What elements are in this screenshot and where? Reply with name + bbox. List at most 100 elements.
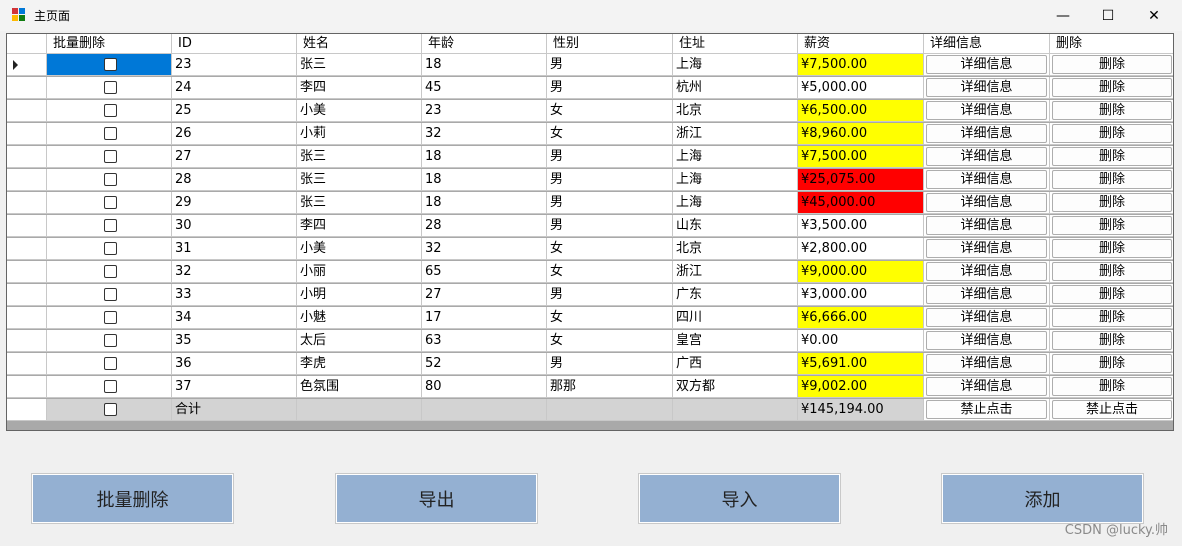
data-grid[interactable]: 批量删除 ID 姓名 年龄 性别 住址 薪资 详细信息 删除 23 张三 18 男上海 ¥7,500.00… [6, 33, 1174, 431]
row-header[interactable] [7, 123, 47, 145]
detail-button[interactable]: 详细信息 [926, 262, 1047, 281]
detail-button[interactable]: 详细信息 [926, 216, 1047, 235]
name-cell[interactable]: 小魅 [297, 307, 422, 329]
row-header[interactable] [7, 238, 47, 260]
age-cell[interactable]: 27 [422, 284, 547, 306]
gender-cell[interactable]: 那那 [547, 376, 673, 398]
column-header-name[interactable]: 姓名 [297, 34, 422, 54]
row-checkbox[interactable] [104, 150, 117, 163]
age-cell[interactable]: 18 [422, 169, 547, 191]
salary-cell[interactable]: ¥45,000.00 [798, 192, 924, 214]
age-cell[interactable]: 32 [422, 238, 547, 260]
export-button[interactable]: 导出 [335, 473, 538, 524]
name-cell[interactable]: 小丽 [297, 261, 422, 283]
name-cell[interactable]: 李四 [297, 77, 422, 99]
salary-cell[interactable]: ¥8,960.00 [798, 123, 924, 145]
addr-cell[interactable]: 北京 [673, 238, 798, 260]
salary-cell[interactable]: ¥2,800.00 [798, 238, 924, 260]
id-cell[interactable]: 30 [172, 215, 297, 237]
detail-button[interactable]: 详细信息 [926, 377, 1047, 396]
gender-cell[interactable]: 女 [547, 307, 673, 329]
salary-cell[interactable]: ¥9,000.00 [798, 261, 924, 283]
id-cell[interactable]: 35 [172, 330, 297, 352]
detail-button[interactable]: 详细信息 [926, 285, 1047, 304]
row-checkbox[interactable] [104, 311, 117, 324]
id-cell[interactable]: 31 [172, 238, 297, 260]
row-checkbox[interactable] [104, 380, 117, 393]
addr-cell[interactable]: 上海 [673, 54, 798, 76]
addr-cell[interactable]: 北京 [673, 100, 798, 122]
age-cell[interactable]: 63 [422, 330, 547, 352]
addr-cell[interactable]: 杭州 [673, 77, 798, 99]
detail-button[interactable]: 详细信息 [926, 147, 1047, 166]
detail-button[interactable]: 详细信息 [926, 101, 1047, 120]
salary-cell[interactable]: ¥25,075.00 [798, 169, 924, 191]
age-cell[interactable]: 28 [422, 215, 547, 237]
age-cell[interactable]: 23 [422, 100, 547, 122]
column-header-age[interactable]: 年龄 [422, 34, 547, 54]
name-cell[interactable]: 李四 [297, 215, 422, 237]
gender-cell[interactable]: 男 [547, 77, 673, 99]
addr-cell[interactable]: 广西 [673, 353, 798, 375]
row-checkbox[interactable] [104, 104, 117, 117]
delete-button[interactable]: 删除 [1052, 377, 1172, 396]
row-header[interactable] [7, 353, 47, 375]
row-header[interactable] [7, 330, 47, 352]
close-icon[interactable]: ✕ [1131, 0, 1177, 31]
row-checkbox[interactable] [104, 357, 117, 370]
salary-cell[interactable]: ¥0.00 [798, 330, 924, 352]
id-cell[interactable]: 36 [172, 353, 297, 375]
gender-cell[interactable]: 女 [547, 238, 673, 260]
row-checkbox[interactable] [104, 173, 117, 186]
salary-cell[interactable]: ¥3,500.00 [798, 215, 924, 237]
id-cell[interactable]: 25 [172, 100, 297, 122]
name-cell[interactable]: 张三 [297, 54, 422, 76]
age-cell[interactable]: 32 [422, 123, 547, 145]
delete-button[interactable]: 删除 [1052, 239, 1172, 258]
salary-cell[interactable]: ¥6,500.00 [798, 100, 924, 122]
salary-cell[interactable]: ¥9,002.00 [798, 376, 924, 398]
detail-button[interactable]: 详细信息 [926, 170, 1047, 189]
column-header-gender[interactable]: 性别 [547, 34, 673, 54]
select-all-checkbox[interactable] [104, 403, 117, 416]
id-cell[interactable]: 27 [172, 146, 297, 168]
batch-delete-button[interactable]: 批量删除 [31, 473, 234, 524]
row-header[interactable] [7, 376, 47, 398]
row-header[interactable] [7, 307, 47, 329]
detail-button[interactable]: 详细信息 [926, 78, 1047, 97]
name-cell[interactable]: 张三 [297, 169, 422, 191]
name-cell[interactable]: 李虎 [297, 353, 422, 375]
gender-cell[interactable]: 男 [547, 353, 673, 375]
id-cell[interactable]: 23 [172, 54, 297, 76]
age-cell[interactable]: 45 [422, 77, 547, 99]
gender-cell[interactable]: 男 [547, 192, 673, 214]
salary-cell[interactable]: ¥3,000.00 [798, 284, 924, 306]
name-cell[interactable]: 小美 [297, 238, 422, 260]
delete-button[interactable]: 删除 [1052, 170, 1172, 189]
delete-button[interactable]: 删除 [1052, 331, 1172, 350]
name-cell[interactable]: 色氛围 [297, 376, 422, 398]
row-checkbox[interactable] [104, 242, 117, 255]
id-cell[interactable]: 34 [172, 307, 297, 329]
detail-button[interactable]: 详细信息 [926, 193, 1047, 212]
age-cell[interactable]: 52 [422, 353, 547, 375]
row-header[interactable] [7, 77, 47, 99]
name-cell[interactable]: 张三 [297, 192, 422, 214]
gender-cell[interactable]: 女 [547, 261, 673, 283]
delete-button[interactable]: 删除 [1052, 354, 1172, 373]
row-checkbox[interactable] [104, 58, 117, 71]
row-checkbox[interactable] [104, 196, 117, 209]
detail-button[interactable]: 详细信息 [926, 55, 1047, 74]
id-cell[interactable]: 37 [172, 376, 297, 398]
delete-button[interactable]: 删除 [1052, 55, 1172, 74]
column-header-addr[interactable]: 住址 [673, 34, 798, 54]
delete-button[interactable]: 删除 [1052, 124, 1172, 143]
id-cell[interactable]: 29 [172, 192, 297, 214]
addr-cell[interactable]: 浙江 [673, 123, 798, 145]
salary-cell[interactable]: ¥7,500.00 [798, 146, 924, 168]
age-cell[interactable]: 80 [422, 376, 547, 398]
delete-button[interactable]: 删除 [1052, 285, 1172, 304]
salary-cell[interactable]: ¥5,000.00 [798, 77, 924, 99]
addr-cell[interactable]: 山东 [673, 215, 798, 237]
row-header[interactable] [7, 215, 47, 237]
